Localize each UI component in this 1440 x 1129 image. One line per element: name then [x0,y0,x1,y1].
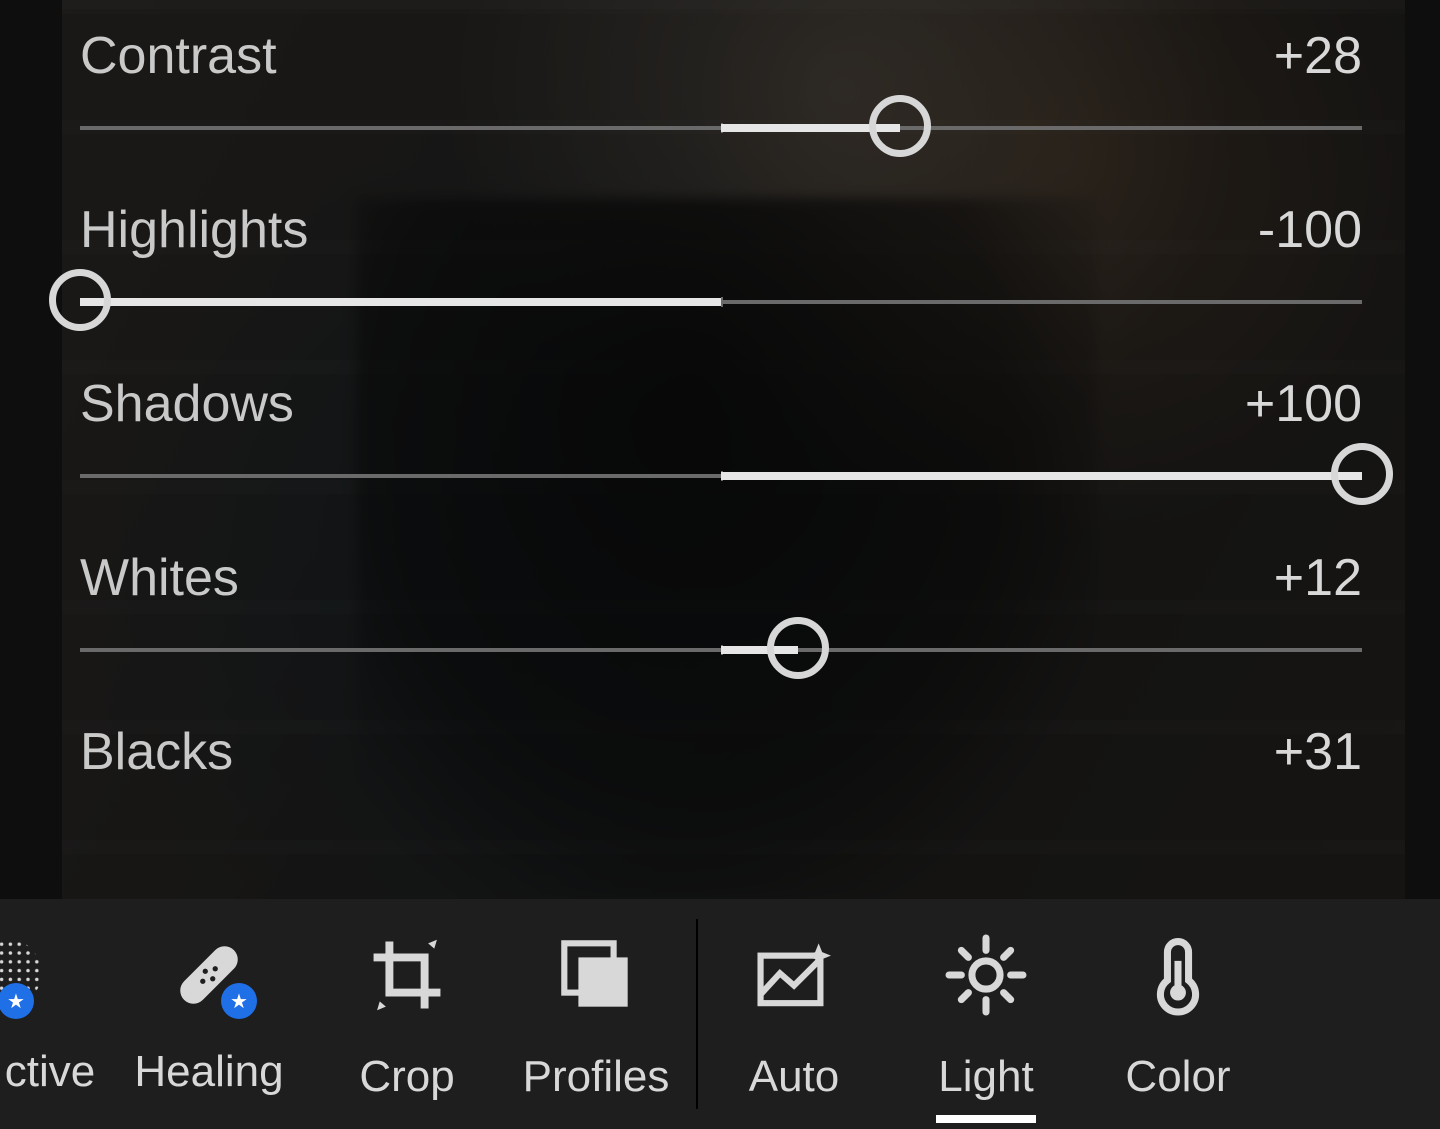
active-indicator [936,1115,1036,1123]
bottom-toolbar: ctive Healing [0,899,1440,1129]
slider-label: Contrast [80,27,277,85]
slider-thumb[interactable] [869,95,931,157]
slider-value: +100 [1245,374,1362,434]
slider-whites[interactable]: Whites +12 [80,548,1362,686]
tool-label: Healing [134,1047,283,1097]
slider-track[interactable] [80,126,1362,130]
tool-label: Color [1125,1052,1230,1102]
tool-color[interactable]: Color [1082,899,1274,1129]
tool-profiles[interactable]: Profiles [496,899,696,1129]
slider-fill [80,298,721,306]
tool-label: ctive [5,1047,95,1097]
slider-value: +31 [1274,722,1362,782]
tool-auto[interactable]: Auto [698,899,890,1129]
slider-highlights[interactable]: Highlights -100 [80,200,1362,338]
slider-track[interactable] [80,474,1362,478]
sun-icon [942,931,1030,1024]
tool-label: Profiles [523,1052,670,1102]
tool-label: Light [938,1052,1033,1102]
slider-track[interactable] [80,300,1362,304]
slider-thumb[interactable] [767,617,829,679]
slider-label: Whites [80,549,239,607]
auto-enhance-icon [750,931,838,1024]
slider-track[interactable] [80,648,1362,652]
tool-label: Auto [749,1052,840,1102]
tool-healing[interactable]: Healing [100,899,318,1129]
slider-value: +12 [1274,548,1362,608]
slider-value: +28 [1274,26,1362,86]
slider-center-mark [721,297,723,307]
slider-contrast[interactable]: Contrast +28 [80,26,1362,164]
selective-icon [6,931,94,1019]
slider-label: Shadows [80,375,294,433]
crop-icon [363,931,451,1024]
premium-star-icon [221,983,257,1019]
thermometer-icon [1134,931,1222,1024]
slider-value: -100 [1258,200,1362,260]
tool-light[interactable]: Light [890,899,1082,1129]
tool-selective[interactable]: ctive [0,899,100,1129]
slider-thumb[interactable] [1331,443,1393,505]
tool-label: Crop [359,1052,454,1102]
slider-fill [721,472,1362,480]
slider-thumb[interactable] [49,269,111,331]
bandage-icon [165,931,253,1019]
slider-shadows[interactable]: Shadows +100 [80,374,1362,512]
light-sliders: Contrast +28 Highlights -100 Shadows +10… [80,0,1362,802]
profiles-icon [552,931,640,1024]
slider-blacks[interactable]: Blacks +31 [80,722,1362,802]
tool-crop[interactable]: Crop [318,899,496,1129]
slider-label: Highlights [80,201,308,259]
slider-label: Blacks [80,723,233,781]
